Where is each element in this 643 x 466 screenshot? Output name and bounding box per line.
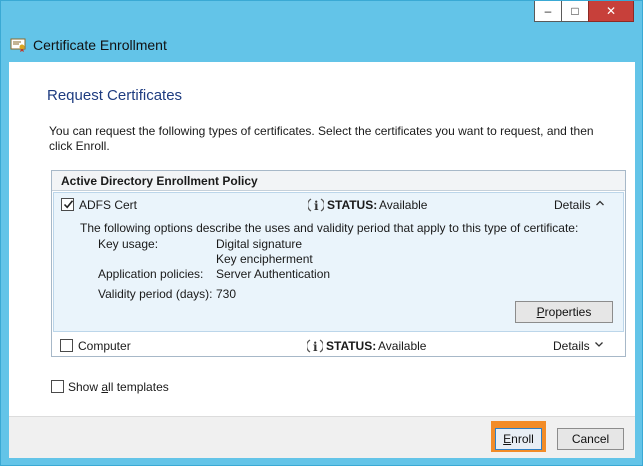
status-label: STATUS: <box>326 339 377 353</box>
dialog-footer: Enroll Cancel <box>9 416 635 458</box>
certificate-name: Computer <box>78 339 131 353</box>
checkmark-icon <box>63 200 74 209</box>
certificate-enrollment-window: Certificate Enrollment – □ ✕ Request Cer… <box>0 0 643 466</box>
title-bar[interactable]: Certificate Enrollment – □ ✕ <box>1 1 642 61</box>
properties-label: roperties <box>544 305 592 319</box>
computer-checkbox[interactable] <box>60 339 73 352</box>
certificate-icon <box>10 38 26 52</box>
enroll-label: nroll <box>511 432 534 446</box>
key-usage-value-1: Digital signature <box>216 237 303 251</box>
enroll-button[interactable]: Enroll <box>495 428 542 450</box>
chevron-up-icon[interactable] <box>595 198 605 208</box>
page-description: You can request the following types of c… <box>49 124 594 153</box>
info-status-icon: i <box>307 339 323 354</box>
cancel-button[interactable]: Cancel <box>557 428 624 450</box>
window-title: Certificate Enrollment <box>33 37 167 53</box>
show-all-templates-label: Show all templates <box>68 380 169 394</box>
show-all-prefix: Show <box>68 380 102 394</box>
certificate-name: ADFS Cert <box>79 198 138 212</box>
svg-text:i: i <box>313 340 318 354</box>
status-label: STATUS: <box>327 198 378 212</box>
validity-period-label: Validity period (days): <box>98 287 213 301</box>
minimize-button[interactable]: – <box>534 1 562 22</box>
adfs-cert-checkbox[interactable] <box>61 198 74 211</box>
validity-period-value: 730 <box>216 287 237 301</box>
certificate-item-computer[interactable]: Computer i STATUS: Available Details <box>53 334 624 356</box>
show-all-templates-checkbox[interactable] <box>51 380 64 393</box>
certificate-row: ADFS Cert i STATUS: Available Details <box>54 193 623 215</box>
maximize-button[interactable]: □ <box>561 1 589 22</box>
application-policies-value: Server Authentication <box>216 267 331 281</box>
chevron-down-icon[interactable] <box>594 339 604 349</box>
properties-button[interactable]: Properties <box>515 301 613 323</box>
key-usage-value-2: Key encipherment <box>216 252 313 266</box>
application-policies-label: Application policies: <box>98 267 204 281</box>
properties-accelerator: P <box>536 305 545 319</box>
details-toggle[interactable]: Details <box>553 339 590 353</box>
page-title: Request Certificates <box>47 87 183 104</box>
certificate-item-adfs[interactable]: ADFS Cert i STATUS: Available Details Th… <box>53 192 624 332</box>
show-all-rest: ll templates <box>108 380 169 394</box>
options-description: The following options describe the uses … <box>80 221 579 235</box>
wizard-content: Request Certificates You can request the… <box>9 62 635 416</box>
info-status-icon: i <box>308 198 324 213</box>
svg-text:i: i <box>314 199 319 213</box>
status-value: Available <box>379 198 428 212</box>
key-usage-label: Key usage: <box>98 237 159 251</box>
close-button[interactable]: ✕ <box>588 1 634 22</box>
status-value: Available <box>378 339 427 353</box>
details-toggle[interactable]: Details <box>554 198 591 212</box>
enroll-accelerator: E <box>503 432 512 446</box>
window-controls: – □ ✕ <box>534 1 634 22</box>
policy-header: Active Directory Enrollment Policy <box>52 171 625 191</box>
enrollment-policy-panel: Active Directory Enrollment Policy ADFS … <box>51 170 626 357</box>
